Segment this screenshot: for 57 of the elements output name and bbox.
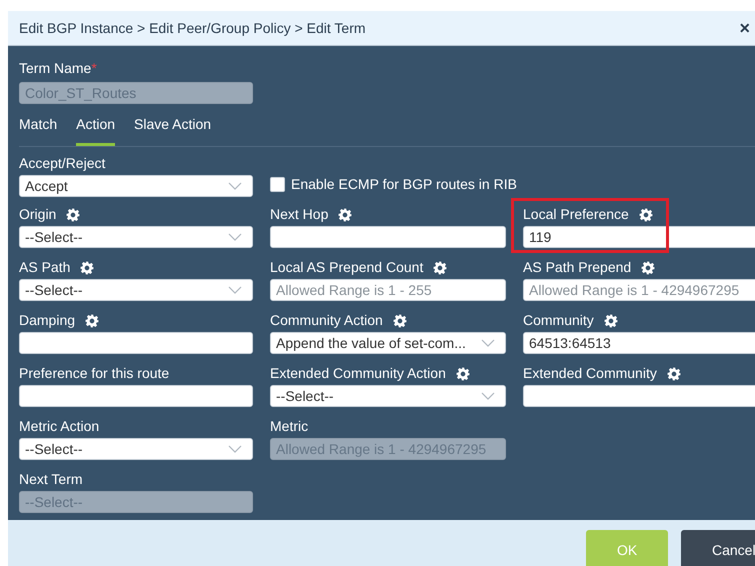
- chevron-down-icon: [228, 445, 242, 453]
- field-label: Accept/Reject: [19, 154, 106, 173]
- dropdown-field[interactable]: --Select--: [270, 385, 506, 407]
- input-field[interactable]: 64513:64513: [523, 332, 755, 354]
- dropdown-field[interactable]: Append the value of set-com...: [270, 332, 506, 354]
- dropdown-field[interactable]: --Select--: [19, 438, 253, 460]
- tab[interactable]: Match: [19, 114, 58, 146]
- field-label: Next Hop: [270, 205, 328, 224]
- dropdown-field[interactable]: Accept: [19, 175, 253, 197]
- input-field[interactable]: Allowed Range is 1 - 255: [270, 279, 506, 301]
- dropdown-field[interactable]: --Select--: [19, 279, 253, 301]
- field-label: Term Name: [19, 59, 92, 78]
- chevron-down-icon: [481, 339, 495, 347]
- input-field[interactable]: [19, 332, 253, 354]
- dropdown-field[interactable]: --Select--: [19, 226, 253, 248]
- field-label: Local Preference: [523, 205, 629, 224]
- gear-icon[interactable]: [80, 260, 94, 274]
- field-label: Preference for this route: [19, 364, 170, 383]
- gear-icon[interactable]: [433, 260, 448, 274]
- gear-icon[interactable]: [604, 314, 618, 328]
- field-label: AS Path: [19, 258, 70, 277]
- input-field[interactable]: [270, 226, 506, 248]
- input-field[interactable]: 119: [523, 226, 755, 248]
- tab[interactable]: Action: [76, 114, 116, 146]
- chevron-down-icon: [228, 182, 242, 190]
- field-label: Metric: [270, 417, 308, 436]
- input-field[interactable]: [523, 385, 755, 407]
- field-label: Next Term: [19, 470, 83, 489]
- gear-icon[interactable]: [641, 260, 656, 274]
- gear-icon[interactable]: [85, 314, 100, 328]
- field-label: Damping: [19, 311, 76, 330]
- field-label: Extended Community Action: [270, 364, 446, 383]
- field-label: Community: [523, 311, 594, 330]
- chevron-down-icon: [228, 286, 242, 294]
- dialog-title: Edit BGP Instance > Edit Peer/Group Policy > Edit Term: [19, 18, 366, 38]
- gear-icon[interactable]: [66, 208, 80, 222]
- input-field[interactable]: [19, 385, 253, 407]
- field-label: Community Action: [270, 311, 383, 330]
- field-label: Local AS Prepend Count: [270, 258, 424, 277]
- field-label: AS Path Prepend: [523, 258, 632, 277]
- cancel-button[interactable]: Cancel: [681, 530, 755, 566]
- chevron-down-icon: [228, 233, 242, 241]
- field-label: Metric Action: [19, 417, 100, 436]
- tab[interactable]: Slave Action: [134, 114, 212, 146]
- field-label: Extended Community: [523, 364, 657, 383]
- gear-icon[interactable]: [392, 314, 407, 328]
- required-mark: *: [91, 59, 97, 78]
- gear-icon[interactable]: [338, 208, 352, 222]
- checkbox[interactable]: [270, 177, 285, 192]
- gear-icon[interactable]: [666, 366, 681, 380]
- checkbox-label: Enable ECMP for BGP routes in RIB: [291, 175, 517, 194]
- gear-icon[interactable]: [638, 208, 653, 222]
- field-label: Origin: [19, 205, 56, 224]
- input-field[interactable]: Allowed Range is 1 - 4294967295: [523, 279, 755, 301]
- gear-icon[interactable]: [456, 366, 470, 380]
- chevron-down-icon: [481, 392, 495, 400]
- close-button[interactable]: ×: [739, 19, 750, 37]
